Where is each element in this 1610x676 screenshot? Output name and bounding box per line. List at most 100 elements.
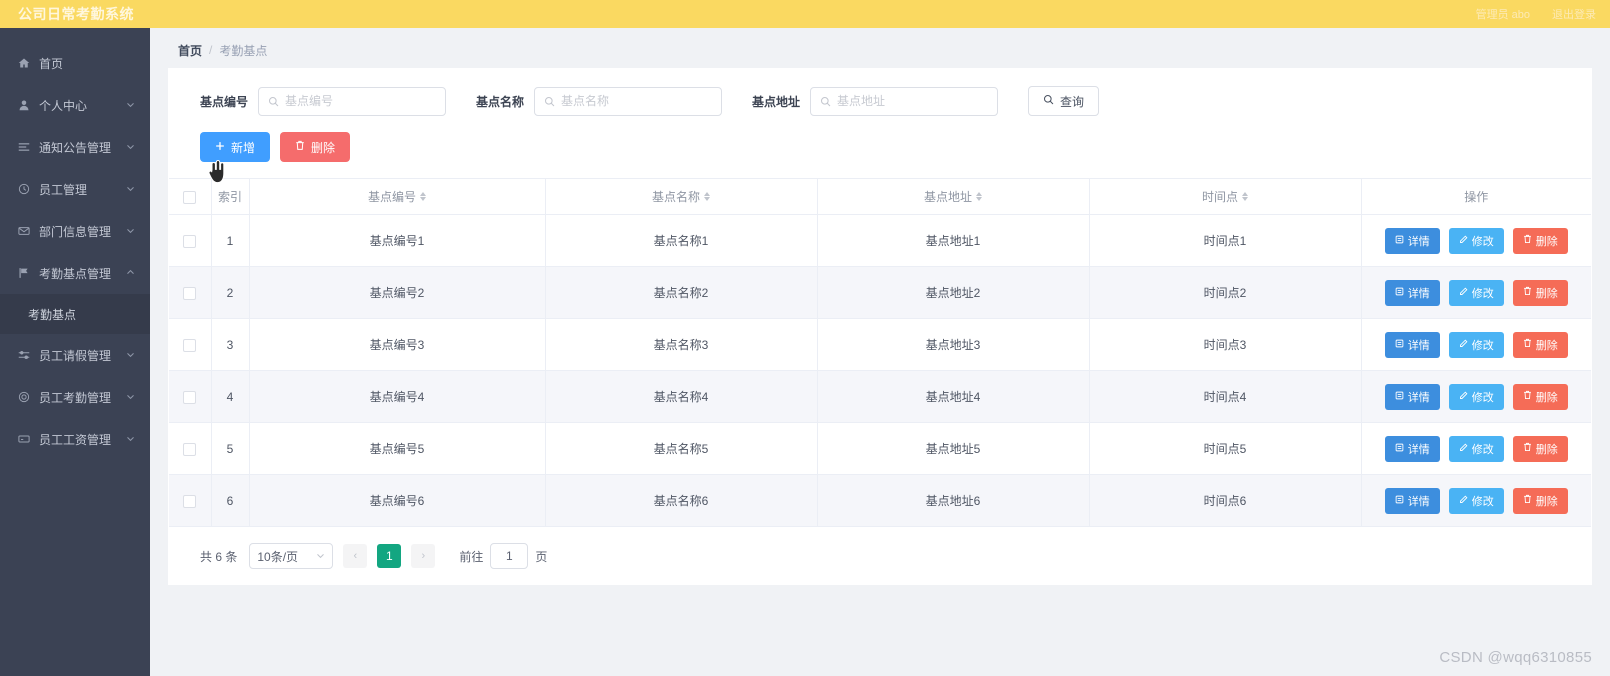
sidebar-item-employee-management[interactable]: 员工管理 (0, 168, 150, 210)
row-select-cell (169, 474, 211, 527)
document-icon (1395, 391, 1404, 403)
page-size-select[interactable]: 10条/页 (249, 543, 334, 569)
sidebar-subitem-attendance-point[interactable]: 考勤基点 (0, 294, 150, 334)
column-header-time[interactable]: 时间点 (1088, 178, 1361, 215)
row-checkbox[interactable] (183, 390, 197, 404)
cell-name: 基点名称5 (544, 422, 817, 475)
row-edit-label: 修改 (1471, 495, 1494, 508)
delete-button[interactable]: 删除 (280, 132, 351, 162)
pagination-goto-label: 前往 (459, 549, 484, 564)
sort-arrows-icon[interactable] (976, 192, 982, 201)
pencil-icon (1459, 391, 1468, 403)
delete-button-label: 删除 (311, 140, 336, 155)
column-header-name[interactable]: 基点名称 (544, 178, 817, 215)
search-input-address[interactable] (837, 94, 989, 108)
row-detail-button[interactable]: 详情 (1384, 487, 1440, 514)
chevron-down-icon (126, 348, 136, 362)
chevron-up-icon (126, 266, 136, 280)
row-detail-button[interactable]: 详情 (1384, 383, 1440, 410)
row-edit-label: 修改 (1471, 391, 1494, 404)
row-delete-button[interactable]: 删除 (1512, 383, 1568, 410)
row-edit-button[interactable]: 修改 (1448, 331, 1504, 358)
row-checkbox[interactable] (183, 286, 197, 300)
sort-arrows-icon[interactable] (420, 192, 426, 201)
sidebar-item-personal-center[interactable]: 个人中心 (0, 84, 150, 126)
row-detail-label: 详情 (1407, 235, 1430, 248)
search-input-code[interactable] (285, 94, 437, 108)
trash-icon (1523, 234, 1532, 247)
row-edit-button[interactable]: 修改 (1448, 383, 1504, 410)
envelope-icon (16, 225, 31, 237)
sort-arrows-icon[interactable] (704, 192, 710, 201)
cell-operations: 详情 修改 删除 (1360, 318, 1591, 371)
pagination-goto-input[interactable]: 1 (490, 543, 529, 569)
sidebar-item-attendance-management[interactable]: 员工考勤管理 (0, 376, 150, 418)
sidebar-item-label: 个人中心 (39, 98, 88, 113)
sidebar-item-home[interactable]: 首页 (0, 42, 150, 84)
row-edit-label: 修改 (1471, 235, 1494, 248)
select-all-checkbox[interactable] (183, 190, 197, 204)
content-panel: 基点编号 基点名称 (168, 68, 1592, 585)
sidebar-item-leave-management[interactable]: 员工请假管理 (0, 334, 150, 376)
row-select-cell (169, 318, 211, 371)
column-label: 操作 (1464, 190, 1489, 204)
row-checkbox[interactable] (183, 234, 197, 248)
cell-operations: 详情 修改 删除 (1360, 266, 1591, 319)
toolbar-actions: 新增 删除 (168, 116, 1592, 162)
row-edit-button[interactable]: 修改 (1448, 487, 1504, 514)
row-delete-label: 删除 (1535, 495, 1558, 508)
cell-address: 基点地址2 (816, 266, 1089, 319)
pagination-next-button[interactable]: › (411, 544, 436, 568)
query-button[interactable]: 查询 (1028, 86, 1100, 116)
column-header-address[interactable]: 基点地址 (816, 178, 1089, 215)
search-input-address-wrapper[interactable] (810, 86, 999, 116)
trash-icon (1523, 442, 1532, 455)
row-detail-button[interactable]: 详情 (1384, 435, 1440, 462)
row-delete-button[interactable]: 删除 (1512, 227, 1568, 254)
row-checkbox[interactable] (183, 338, 197, 352)
filter-label-code: 基点编号 (200, 94, 249, 109)
pagination-prev-button[interactable]: ‹ (343, 544, 368, 568)
sidebar-item-salary-management[interactable]: 员工工资管理 (0, 418, 150, 460)
pagination-page-1[interactable]: 1 (377, 544, 402, 568)
row-edit-button[interactable]: 修改 (1448, 435, 1504, 462)
add-button[interactable]: 新增 (200, 132, 271, 162)
breadcrumb-home[interactable]: 首页 (178, 42, 202, 59)
row-edit-button[interactable]: 修改 (1448, 279, 1504, 306)
row-delete-label: 删除 (1535, 391, 1558, 404)
row-delete-button[interactable]: 删除 (1512, 435, 1568, 462)
row-detail-label: 详情 (1407, 495, 1430, 508)
sort-arrows-icon[interactable] (1242, 192, 1248, 201)
row-detail-button[interactable]: 详情 (1384, 331, 1440, 358)
document-icon (1395, 339, 1404, 351)
search-input-code-wrapper[interactable] (258, 86, 447, 116)
trash-icon (1523, 390, 1532, 403)
row-detail-button[interactable]: 详情 (1384, 279, 1440, 306)
row-edit-button[interactable]: 修改 (1448, 227, 1504, 254)
cell-address: 基点地址3 (816, 318, 1089, 371)
row-checkbox[interactable] (183, 442, 197, 456)
column-label: 基点名称 (651, 190, 700, 204)
add-button-label: 新增 (231, 140, 256, 155)
search-icon (544, 96, 555, 107)
row-delete-button[interactable]: 删除 (1512, 331, 1568, 358)
search-input-name[interactable] (561, 94, 713, 108)
data-table-wrapper: 索引 基点编号 基点名称 基点地址 时间点 操作 1 基点编号1 基点名称1 基… (169, 162, 1591, 527)
sidebar-item-department-info-management[interactable]: 部门信息管理 (0, 210, 150, 252)
column-header-index: 索引 (210, 178, 249, 215)
row-edit-label: 修改 (1471, 443, 1494, 456)
sidebar-item-notice-management[interactable]: 通知公告管理 (0, 126, 150, 168)
row-delete-label: 删除 (1535, 339, 1558, 352)
sidebar-nav: 首页 个人中心 通知公告管理 员工管理 部门信息管理 考勤基点管理 考勤基点 员… (0, 28, 150, 676)
search-input-name-wrapper[interactable] (534, 86, 723, 116)
column-header-code[interactable]: 基点编号 (248, 178, 545, 215)
logout-link[interactable]: 退出登录 (1552, 6, 1596, 22)
row-delete-button[interactable]: 删除 (1512, 487, 1568, 514)
search-icon (268, 96, 279, 107)
row-checkbox[interactable] (183, 494, 197, 508)
row-delete-button[interactable]: 删除 (1512, 279, 1568, 306)
row-detail-button[interactable]: 详情 (1384, 227, 1440, 254)
document-icon (1395, 287, 1404, 299)
sidebar-item-attendance-point-management[interactable]: 考勤基点管理 (0, 252, 150, 294)
cell-code: 基点编号5 (248, 422, 545, 475)
